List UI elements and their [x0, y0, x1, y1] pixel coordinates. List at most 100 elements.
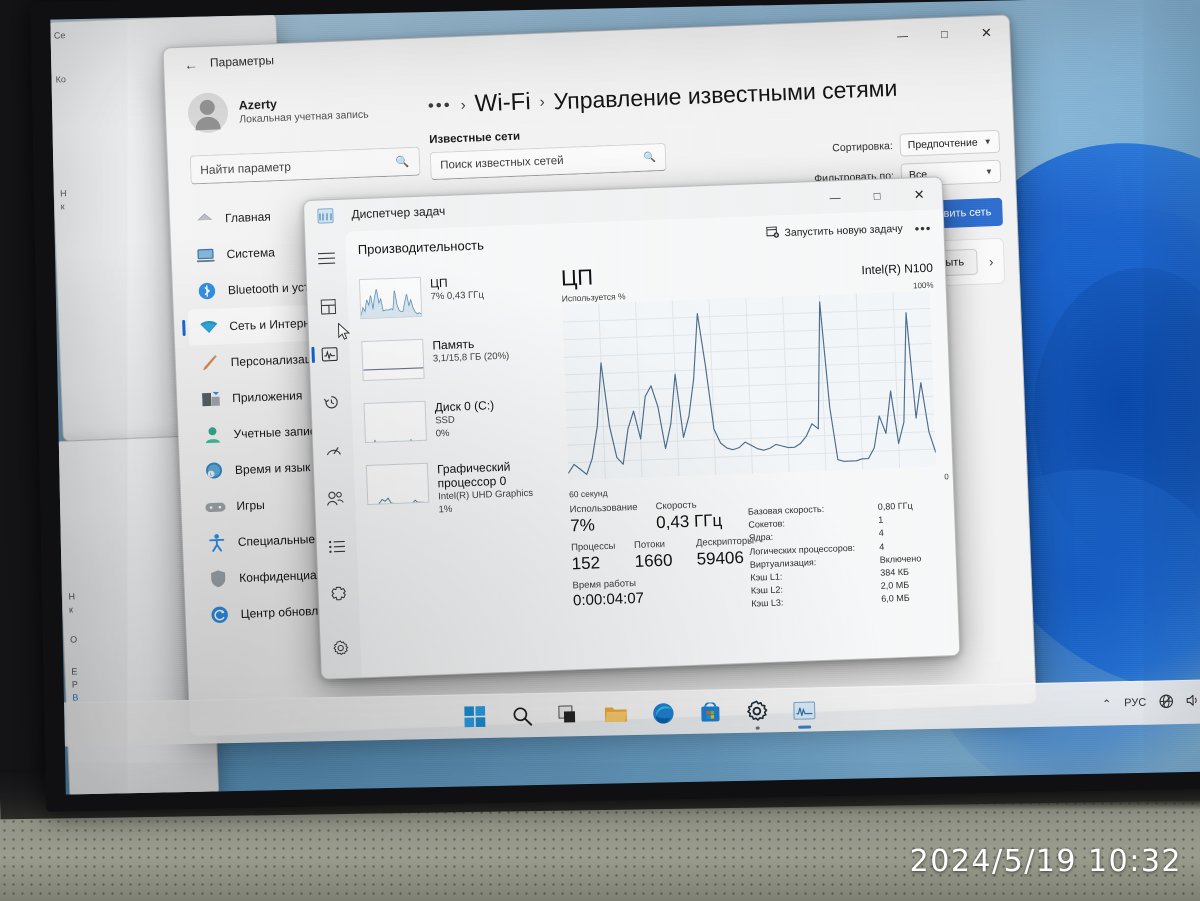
photographed-laptop-screen: Ko Mo Mo his mask completed Се Ко Н к Н …	[0, 0, 1200, 901]
sidebar-item-label: Время и язык	[234, 460, 311, 478]
breadcrumb-overflow[interactable]: •••	[427, 95, 452, 116]
hamburger-menu-icon[interactable]	[305, 238, 346, 279]
disk-mini-graph	[363, 400, 427, 444]
page-title: Управление известными сетями	[553, 74, 898, 114]
bg-window-line: Се	[53, 30, 66, 41]
run-new-task-button[interactable]: Запустить новую задачу	[766, 221, 903, 241]
spec-key-sockets: Сокетов:	[748, 518, 786, 530]
camera-timestamp: 2024/5/19 10:32	[909, 844, 1182, 879]
cpu-model: Intel(R) N100	[861, 260, 934, 278]
perf-item-name: ЦП	[429, 275, 448, 291]
start-button[interactable]	[462, 703, 489, 730]
cpu-usage-chart: 0	[561, 290, 949, 487]
spec-key-virtualization: Виртуализация:	[749, 556, 817, 570]
taskbar-running-indicator	[797, 725, 811, 729]
task-manager-window-title: Диспетчер задач	[351, 203, 446, 222]
maximize-button[interactable]: □	[923, 19, 966, 51]
task-manager-window[interactable]: Диспетчер задач — □ ✕ Производительность…	[302, 176, 961, 680]
run-new-task-label: Запустить новую задачу	[784, 222, 903, 240]
known-networks-search-input[interactable]: Поиск известных сетей 🔍	[429, 142, 667, 181]
apps-icon	[201, 389, 222, 410]
sidebar-item-label: Главная	[224, 209, 272, 226]
close-button[interactable]: ✕	[965, 17, 1008, 49]
maximize-button[interactable]: □	[856, 181, 899, 213]
app-history-icon[interactable]	[311, 382, 352, 423]
task-manager-icon	[317, 208, 334, 224]
services-icon[interactable]	[318, 573, 359, 614]
settings-search-input[interactable]: Найти параметр 🔍	[189, 146, 421, 185]
perf-list-item-disk[interactable]: Диск 0 (C:) SSD 0%	[359, 392, 563, 462]
accessibility-icon	[206, 532, 227, 553]
cpu-detail-panel: ЦП Intel(R) N100 Используется % 100% 0 6…	[556, 245, 959, 669]
chevron-down-icon: ▼	[983, 137, 992, 147]
users-icon[interactable]	[314, 477, 355, 518]
time-language-icon: L	[204, 460, 225, 481]
sort-value: Предпочтение	[907, 136, 978, 151]
perf-item-name: Диск 0 (C:)	[434, 398, 495, 415]
perf-list-item-gpu[interactable]: Графический процессор 0 Intel(R) UHD Gra…	[362, 454, 566, 524]
tray-chevron-up-icon[interactable]: ⌃	[1102, 697, 1111, 710]
spec-key-l2-cache: Кэш L2:	[750, 584, 784, 596]
back-arrow-icon[interactable]: ←	[178, 53, 205, 76]
settings-window-controls[interactable]: — □ ✕	[881, 17, 1008, 52]
cpu-usage-chart-svg	[561, 290, 937, 481]
task-manager-page-title: Производительность	[357, 236, 485, 257]
edge-button[interactable]	[650, 700, 677, 727]
settings-taskbar-button[interactable]	[744, 698, 771, 730]
minimize-button[interactable]: —	[881, 21, 924, 53]
breadcrumb-separator: ›	[460, 96, 467, 114]
spec-value-base-speed: 0,80 ГГц	[877, 500, 913, 512]
spec-value-logical-processors: 4	[879, 541, 885, 552]
stat-key-handles: Дескрипторы	[695, 535, 755, 549]
windows-update-icon	[209, 604, 230, 625]
gaming-icon	[205, 496, 226, 517]
sort-dropdown[interactable]: Предпочтение ▼	[899, 129, 1001, 157]
perf-list-item-cpu[interactable]: ЦП 7% 0,43 ГГц	[355, 268, 559, 338]
tray-language-indicator[interactable]: РУС	[1124, 697, 1146, 709]
chevron-right-icon[interactable]: ›	[989, 254, 994, 269]
breadcrumb-parent[interactable]: Wi-Fi	[474, 88, 531, 118]
task-manager-main: Производительность Запустить новую задач…	[345, 209, 960, 678]
task-view-button[interactable]	[556, 702, 583, 729]
stat-value-speed: 0,43 ГГц	[655, 510, 723, 533]
minimize-button[interactable]: —	[814, 182, 857, 214]
cpu-mini-graph	[358, 276, 423, 320]
accounts-icon	[202, 425, 223, 446]
globe-icon[interactable]	[1159, 694, 1173, 711]
details-icon[interactable]	[316, 525, 357, 566]
perf-list-item-memory[interactable]: Память 3,1/15,8 ГБ (20%)	[357, 330, 561, 400]
account-block[interactable]: Azerty Локальная учетная запись	[187, 85, 418, 134]
system-tray[interactable]: ⌃ РУС	[1102, 680, 1200, 726]
spec-value-l1-cache: 384 КБ	[880, 566, 910, 578]
spec-value-cores: 4	[878, 528, 884, 539]
startup-apps-icon[interactable]	[313, 430, 354, 471]
microsoft-store-button[interactable]	[697, 699, 724, 726]
stat-value-handles: 59406	[696, 547, 745, 569]
system-icon	[195, 245, 216, 266]
task-manager-taskbar-button[interactable]	[791, 697, 818, 729]
close-button[interactable]: ✕	[898, 179, 941, 211]
screen-content: Ko Mo Mo his mask completed Се Ко Н к Н …	[50, 0, 1200, 795]
file-explorer-button[interactable]	[603, 701, 630, 728]
spec-key-logical-processors: Логических процессоров:	[749, 542, 856, 557]
perf-item-sub2: 0%	[435, 428, 450, 440]
task-manager-window-controls[interactable]: — □ ✕	[814, 179, 941, 214]
settings-window-title: Параметры	[209, 53, 275, 70]
gpu-mini-graph	[365, 462, 430, 506]
chevron-down-icon: ▼	[984, 167, 994, 177]
volume-icon[interactable]	[1186, 694, 1200, 710]
perf-item-name: Память	[432, 336, 475, 353]
spec-key-l1-cache: Кэш L1:	[750, 571, 783, 583]
network-icon	[198, 317, 219, 338]
search-icon: 🔍	[643, 151, 657, 164]
search-button[interactable]	[509, 703, 536, 730]
perf-item-name: Графический процессор 0	[436, 459, 511, 491]
cpu-graph-max: 100%	[912, 280, 934, 291]
more-options-button[interactable]: •••	[914, 220, 931, 236]
cpu-graph-min: 0	[944, 472, 949, 482]
settings-search-placeholder: Найти параметр	[199, 159, 292, 177]
spec-value-l3-cache: 6,0 МБ	[881, 593, 910, 605]
processes-icon[interactable]	[307, 286, 348, 327]
settings-gear-icon[interactable]	[320, 627, 361, 668]
search-icon: 🔍	[395, 155, 410, 169]
